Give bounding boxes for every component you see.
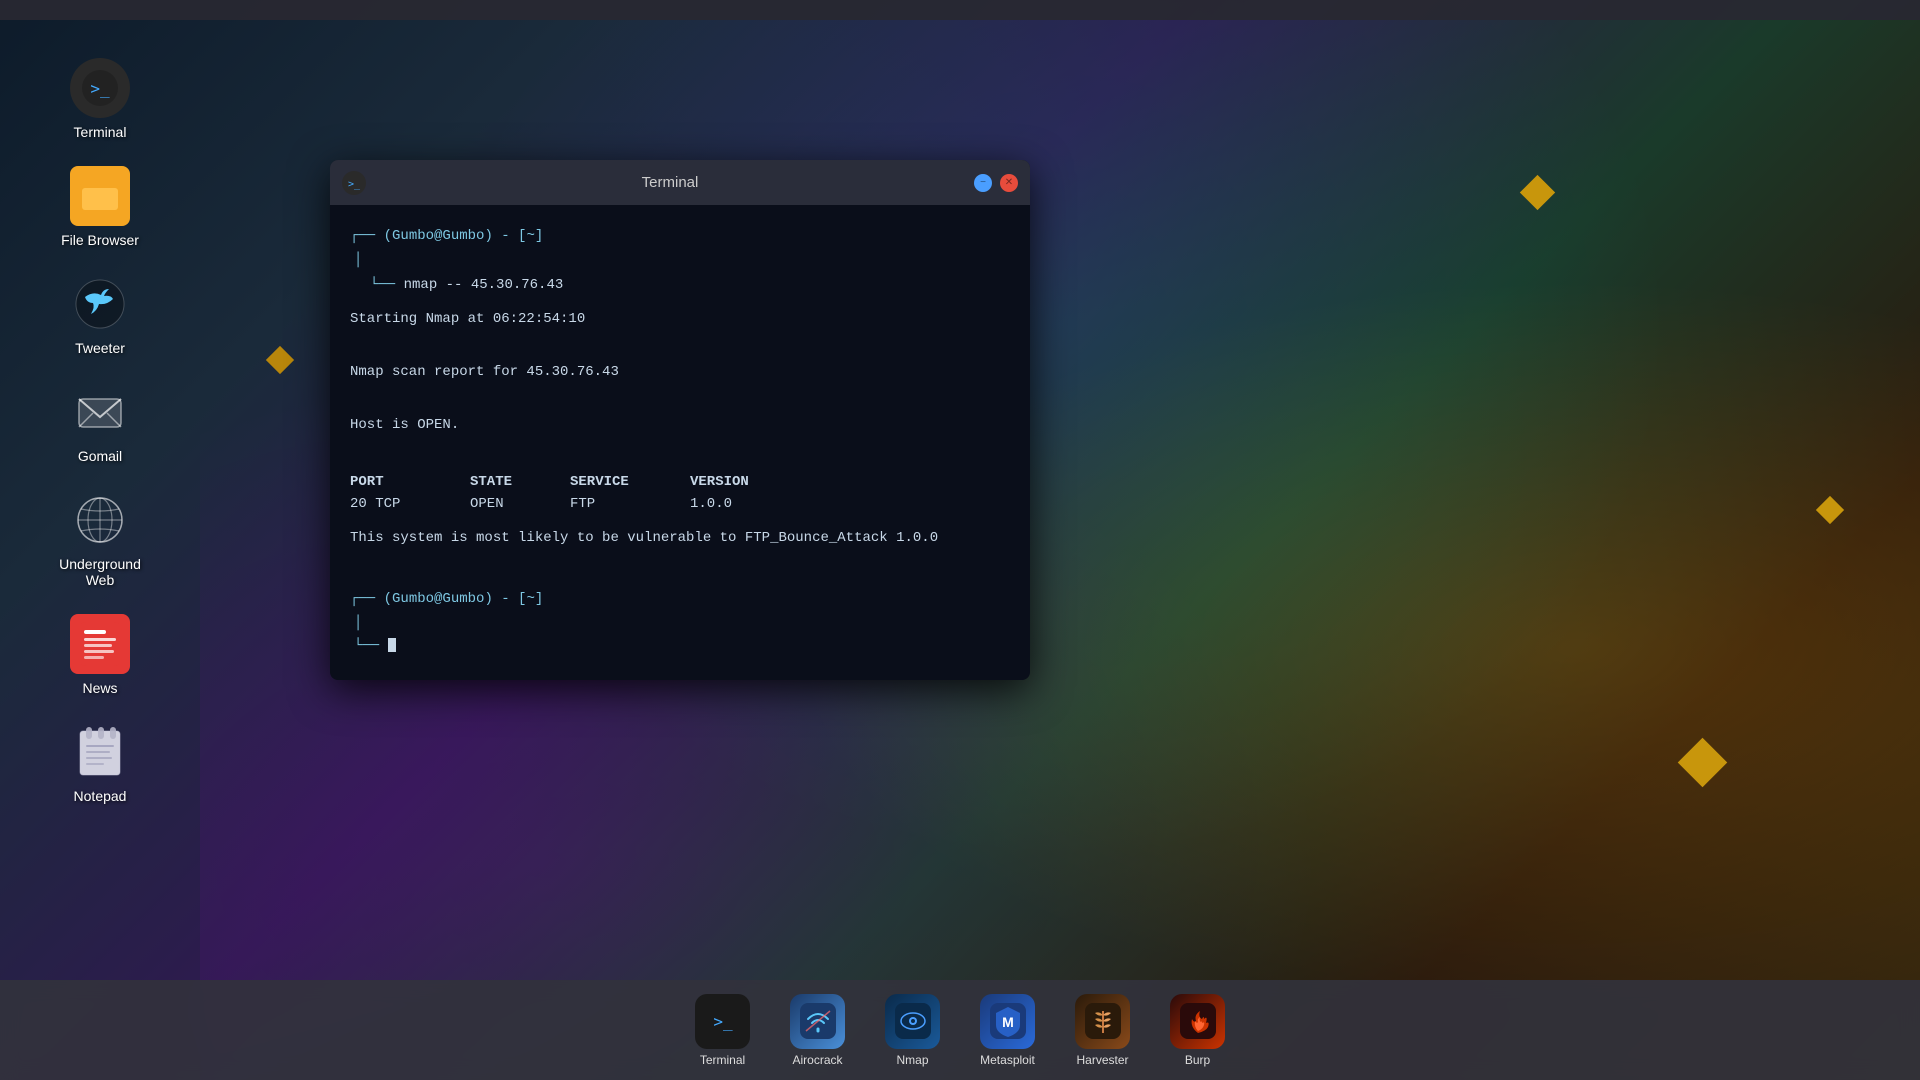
output-starting-nmap: Starting Nmap at 06:22:54:10 [350,308,1010,330]
underground-web-icon [70,490,130,550]
col-state: STATE [470,471,570,493]
notepad-svg [78,727,122,777]
folder-svg [80,178,120,214]
desktop-icon-file-browser[interactable]: File Browser [35,158,165,256]
file-browser-label: File Browser [61,232,139,248]
dock-nmap[interactable]: Nmap [865,986,960,1075]
desktop-icon-area: >_ Terminal File Browser Tweeter [0,20,200,980]
prompt-1: ┌── (Gumbo@Gumbo) - [~] [350,225,1010,247]
output-blank-4 [350,562,1010,584]
dock-airocrack-icon [790,994,845,1049]
desktop-icon-terminal[interactable]: >_ Terminal [35,50,165,148]
underground-web-label: Underground Web [43,556,157,588]
airocrack-svg [800,1003,836,1039]
desktop-icon-gomail[interactable]: Gomail [35,374,165,472]
prompt2-pipe: │ [350,612,1010,634]
output-blank-2 [350,387,1010,409]
col-service: SERVICE [570,471,690,493]
table-row-1: 20 TCP OPEN FTP 1.0.0 [350,493,1010,515]
output-nmap-report: Nmap scan report for 45.30.76.43 [350,361,1010,383]
taskbar-top [0,0,1920,20]
tweeter-label: Tweeter [75,340,125,356]
desktop-icon-tweeter[interactable]: Tweeter [35,266,165,364]
burp-svg [1180,1003,1216,1039]
terminal-icon: >_ [70,58,130,118]
prompt-2: ┌── (Gumbo@Gumbo) - [~] [350,588,1010,610]
news-icon [70,614,130,674]
dock-metasploit-icon: M [980,994,1035,1049]
prompt2-tree-symbol: ┌── [350,591,375,607]
col-port: PORT [350,471,470,493]
dock-airocrack-label: Airocrack [792,1053,842,1067]
news-label: News [82,680,117,696]
val-state: OPEN [470,493,570,515]
cmd-tree-symbol: └── [370,277,395,293]
window-controls: − ✕ [974,174,1018,192]
desktop-icon-news[interactable]: News [35,606,165,704]
output-blank-3 [350,440,1010,462]
output-blank-1 [350,335,1010,357]
dock-burp[interactable]: Burp [1150,986,1245,1075]
terminal-label: Terminal [74,124,127,140]
tweeter-icon [70,274,130,334]
prompt-icon: >_ [346,175,362,191]
close-button[interactable]: ✕ [1000,174,1018,192]
file-browser-icon [70,166,130,226]
notepad-label: Notepad [74,788,127,804]
table-header: PORT STATE SERVICE VERSION [350,471,1010,493]
dock-terminal-icon: >_ [695,994,750,1049]
dock-nmap-icon [885,994,940,1049]
col-version: VERSION [690,471,810,493]
dock-harvester-label: Harvester [1076,1053,1128,1067]
prompt-pipe: │ [350,249,1010,271]
dock-airocrack[interactable]: Airocrack [770,986,865,1075]
terminal-cursor [388,638,396,652]
web-svg [75,495,125,545]
dock-burp-label: Burp [1185,1053,1210,1067]
dock-harvester[interactable]: Harvester [1055,986,1150,1075]
gomail-svg [75,387,125,437]
terminal-title-icon: >_ [342,171,366,195]
gomail-label: Gomail [78,448,122,464]
dock-terminal-label: Terminal [700,1053,745,1067]
terminal-window[interactable]: >_ Terminal − ✕ ┌── (Gumbo@Gumbo) - [~] … [330,160,1030,680]
svg-text:>_: >_ [348,179,361,190]
vuln-line: This system is most likely to be vulnera… [350,527,1010,549]
terminal-window-title: Terminal [376,174,964,191]
dock-nmap-label: Nmap [896,1053,928,1067]
prompt-2-text: (Gumbo@Gumbo) - [~] [384,591,544,607]
svg-text:>_: >_ [713,1012,733,1031]
dock-harvester-icon [1075,994,1130,1049]
prompt-1-text: (Gumbo@Gumbo) - [~] [384,228,544,244]
minimize-button[interactable]: − [974,174,992,192]
gomail-icon [70,382,130,442]
command-line-1: └── nmap -- 45.30.76.43 [350,274,1010,296]
output-host-open: Host is OPEN. [350,414,1010,436]
prompt-tree-symbol: ┌── [350,228,375,244]
svg-text:>_: >_ [90,79,110,98]
dock-metasploit[interactable]: M Metasploit [960,986,1055,1075]
dock-terminal[interactable]: >_ Terminal [675,986,770,1075]
val-version: 1.0.0 [690,493,810,515]
desktop-icon-notepad[interactable]: Notepad [35,714,165,812]
nmap-svg [895,1003,931,1039]
bottom-dock: >_ Terminal Airocrack [0,980,1920,1080]
dock-metasploit-label: Metasploit [980,1053,1035,1067]
val-service: FTP [570,493,690,515]
dock-burp-icon [1170,994,1225,1049]
harvester-svg [1085,1003,1121,1039]
metasploit-svg: M [990,1003,1026,1039]
terminal-svg: >_ [82,70,118,106]
prompt2-end: └── [350,635,1010,657]
terminal-titlebar: >_ Terminal − ✕ [330,160,1030,205]
svg-text:M: M [1002,1014,1014,1030]
terminal-body[interactable]: ┌── (Gumbo@Gumbo) - [~] │ └── nmap -- 45… [330,205,1030,680]
cmd-text-1: nmap -- 45.30.76.43 [404,277,564,293]
dock-terminal-svg: >_ [705,1003,741,1039]
tweeter-svg [75,279,125,329]
desktop-icon-underground-web[interactable]: Underground Web [35,482,165,596]
val-port: 20 TCP [350,493,470,515]
news-svg [78,622,122,666]
notepad-icon [70,722,130,782]
